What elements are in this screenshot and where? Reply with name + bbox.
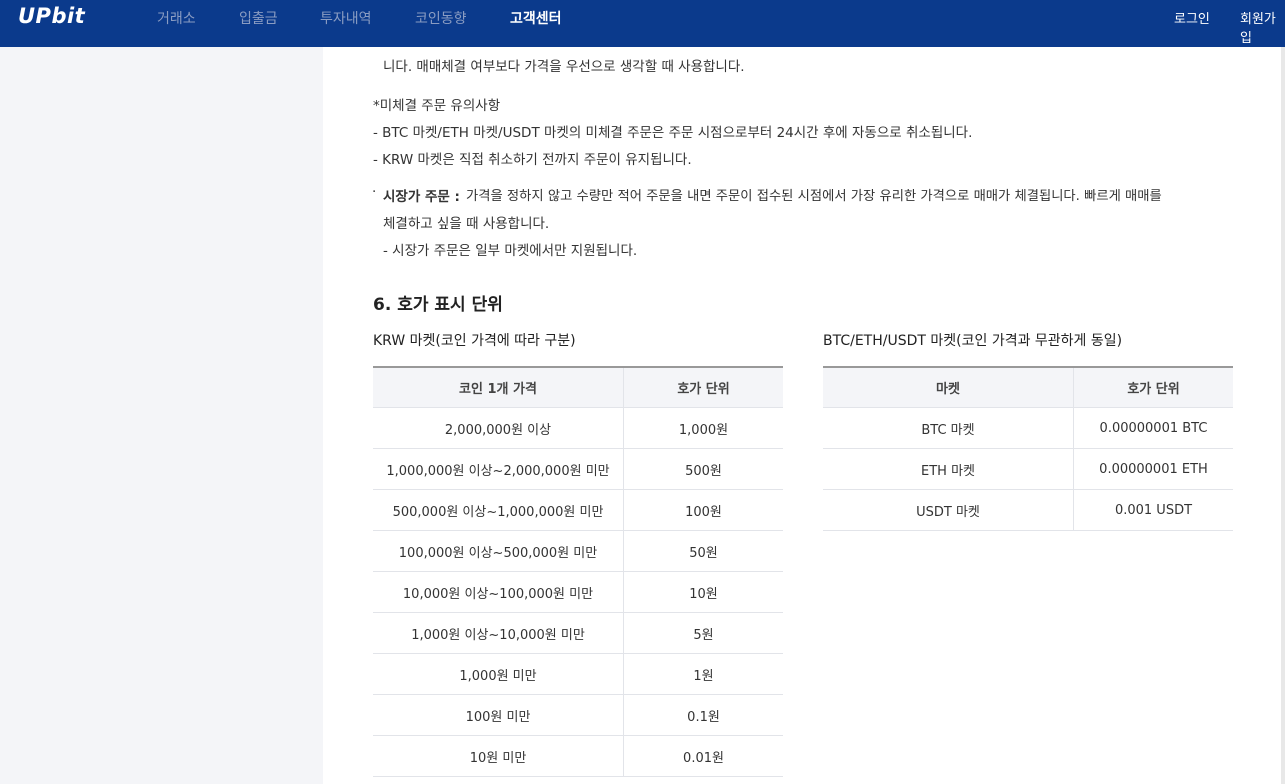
tick-size-cell: 1,000원	[678, 422, 729, 438]
other-table-caption: BTC/ETH/USDT 마켓(코인 가격과 무관하게 동일)	[823, 333, 1123, 349]
bullet-dot: ·	[372, 184, 377, 200]
price-range-cell: 500,000원 이상~1,000,000원 미만	[373, 490, 624, 530]
header-coin-price: 코인 1개 가격	[373, 368, 624, 407]
top-navigation-bar: UPbit 거래소 입출금 투자내역 코인동향 고객센터 로그인 회원가입	[0, 0, 1285, 47]
price-range-cell: 100,000원 이상~500,000원 미만	[373, 531, 624, 571]
unfilled-order-note-1: - BTC 마켓/ETH 마켓/USDT 마켓의 미체결 주문은 주문 시점으로…	[373, 125, 973, 141]
market-order-desc-1: 가격을 정하지 않고 수량만 적어 주문을 내면 주문이 접수된 시점에서 가장…	[466, 189, 1162, 204]
price-range-cell: 1,000,000원 이상~2,000,000원 미만	[373, 449, 624, 489]
header-market: 마켓	[823, 368, 1074, 407]
table-row: USDT 마켓 0.001 USDT	[823, 490, 1233, 531]
price-range-cell: 10,000원 이상~100,000원 미만	[373, 572, 624, 612]
table-row: 100,000원 이상~500,000원 미만 50원	[373, 531, 783, 572]
table-row: 1,000원 이상~10,000원 미만 5원	[373, 613, 783, 654]
tick-size-cell: 500원	[685, 463, 722, 479]
other-market-tick-size-table: 마켓 호가 단위 BTC 마켓 0.00000001 BTC ETH 마켓 0.…	[823, 366, 1233, 531]
table-row: 10,000원 이상~100,000원 미만 10원	[373, 572, 783, 613]
table-row: 1,000,000원 이상~2,000,000원 미만 500원	[373, 449, 783, 490]
nav-investments[interactable]: 투자내역	[320, 8, 372, 28]
main-content: 니다. 매매체결 여부보다 가격을 우선으로 생각할 때 사용합니다. *미체결…	[323, 47, 1285, 784]
tick-size-cell: 0.1원	[687, 709, 720, 725]
header-tick-size: 호가 단위	[1127, 382, 1180, 397]
price-range-cell: 1,000원 이상~10,000원 미만	[373, 613, 624, 653]
price-range-cell: 1,000원 미만	[373, 654, 624, 694]
table-row: 2,000,000원 이상 1,000원	[373, 408, 783, 449]
unfilled-order-title: *미체결 주문 유의사항	[373, 98, 501, 114]
market-cell: USDT 마켓	[823, 490, 1074, 530]
upbit-logo[interactable]: UPbit	[18, 4, 85, 28]
market-order-note: - 시장가 주문은 일부 마켓에서만 지원됩니다.	[383, 243, 638, 259]
page-scrollbar[interactable]	[1281, 47, 1285, 784]
tick-size-cell: 5원	[693, 627, 714, 643]
nav-deposit-withdraw[interactable]: 입출금	[239, 8, 278, 28]
section-title: 6. 호가 표시 단위	[373, 295, 503, 315]
table-header-row: 마켓 호가 단위	[823, 368, 1233, 408]
login-link[interactable]: 로그인	[1174, 8, 1210, 27]
market-cell: ETH 마켓	[823, 449, 1074, 489]
tick-size-cell: 0.001 USDT	[1114, 502, 1193, 518]
tick-size-cell: 0.00000001 BTC	[1099, 420, 1208, 436]
table-row: BTC 마켓 0.00000001 BTC	[823, 408, 1233, 449]
nav-exchange[interactable]: 거래소	[157, 8, 196, 28]
market-order-desc-2: 체결하고 싶을 때 사용합니다.	[383, 216, 550, 232]
tick-size-cell: 100원	[685, 504, 722, 520]
left-sidebar	[0, 47, 323, 784]
tick-size-cell: 1원	[693, 668, 714, 684]
price-range-cell: 100원 미만	[373, 695, 624, 735]
krw-tick-size-table: 코인 1개 가격 호가 단위 2,000,000원 이상 1,000원 1,00…	[373, 366, 783, 777]
nav-coin-trends[interactable]: 코인동향	[415, 8, 467, 28]
price-range-cell: 10원 미만	[373, 736, 624, 776]
limit-order-desc-tail: 니다. 매매체결 여부보다 가격을 우선으로 생각할 때 사용합니다.	[383, 59, 745, 75]
table-row: 10원 미만 0.01원	[373, 736, 783, 777]
table-row: 500,000원 이상~1,000,000원 미만 100원	[373, 490, 783, 531]
tick-size-cell: 0.01원	[683, 750, 724, 766]
krw-table-caption: KRW 마켓(코인 가격에 따라 구분)	[373, 333, 576, 349]
header-tick-size: 호가 단위	[677, 382, 730, 397]
price-range-cell: 2,000,000원 이상	[373, 408, 624, 448]
table-row: 1,000원 미만 1원	[373, 654, 783, 695]
table-row: ETH 마켓 0.00000001 ETH	[823, 449, 1233, 490]
tick-size-cell: 0.00000001 ETH	[1099, 461, 1208, 477]
table-header-row: 코인 1개 가격 호가 단위	[373, 368, 783, 408]
signup-link[interactable]: 회원가입	[1240, 8, 1285, 46]
market-order-label: 시장가 주문 :	[383, 189, 460, 205]
tick-size-cell: 10원	[689, 586, 718, 602]
tick-size-cell: 50원	[689, 545, 718, 561]
table-row: 100원 미만 0.1원	[373, 695, 783, 736]
unfilled-order-note-2: - KRW 마켓은 직접 취소하기 전까지 주문이 유지됩니다.	[373, 152, 692, 168]
nav-customer-center[interactable]: 고객센터	[510, 8, 562, 28]
market-cell: BTC 마켓	[823, 408, 1074, 448]
